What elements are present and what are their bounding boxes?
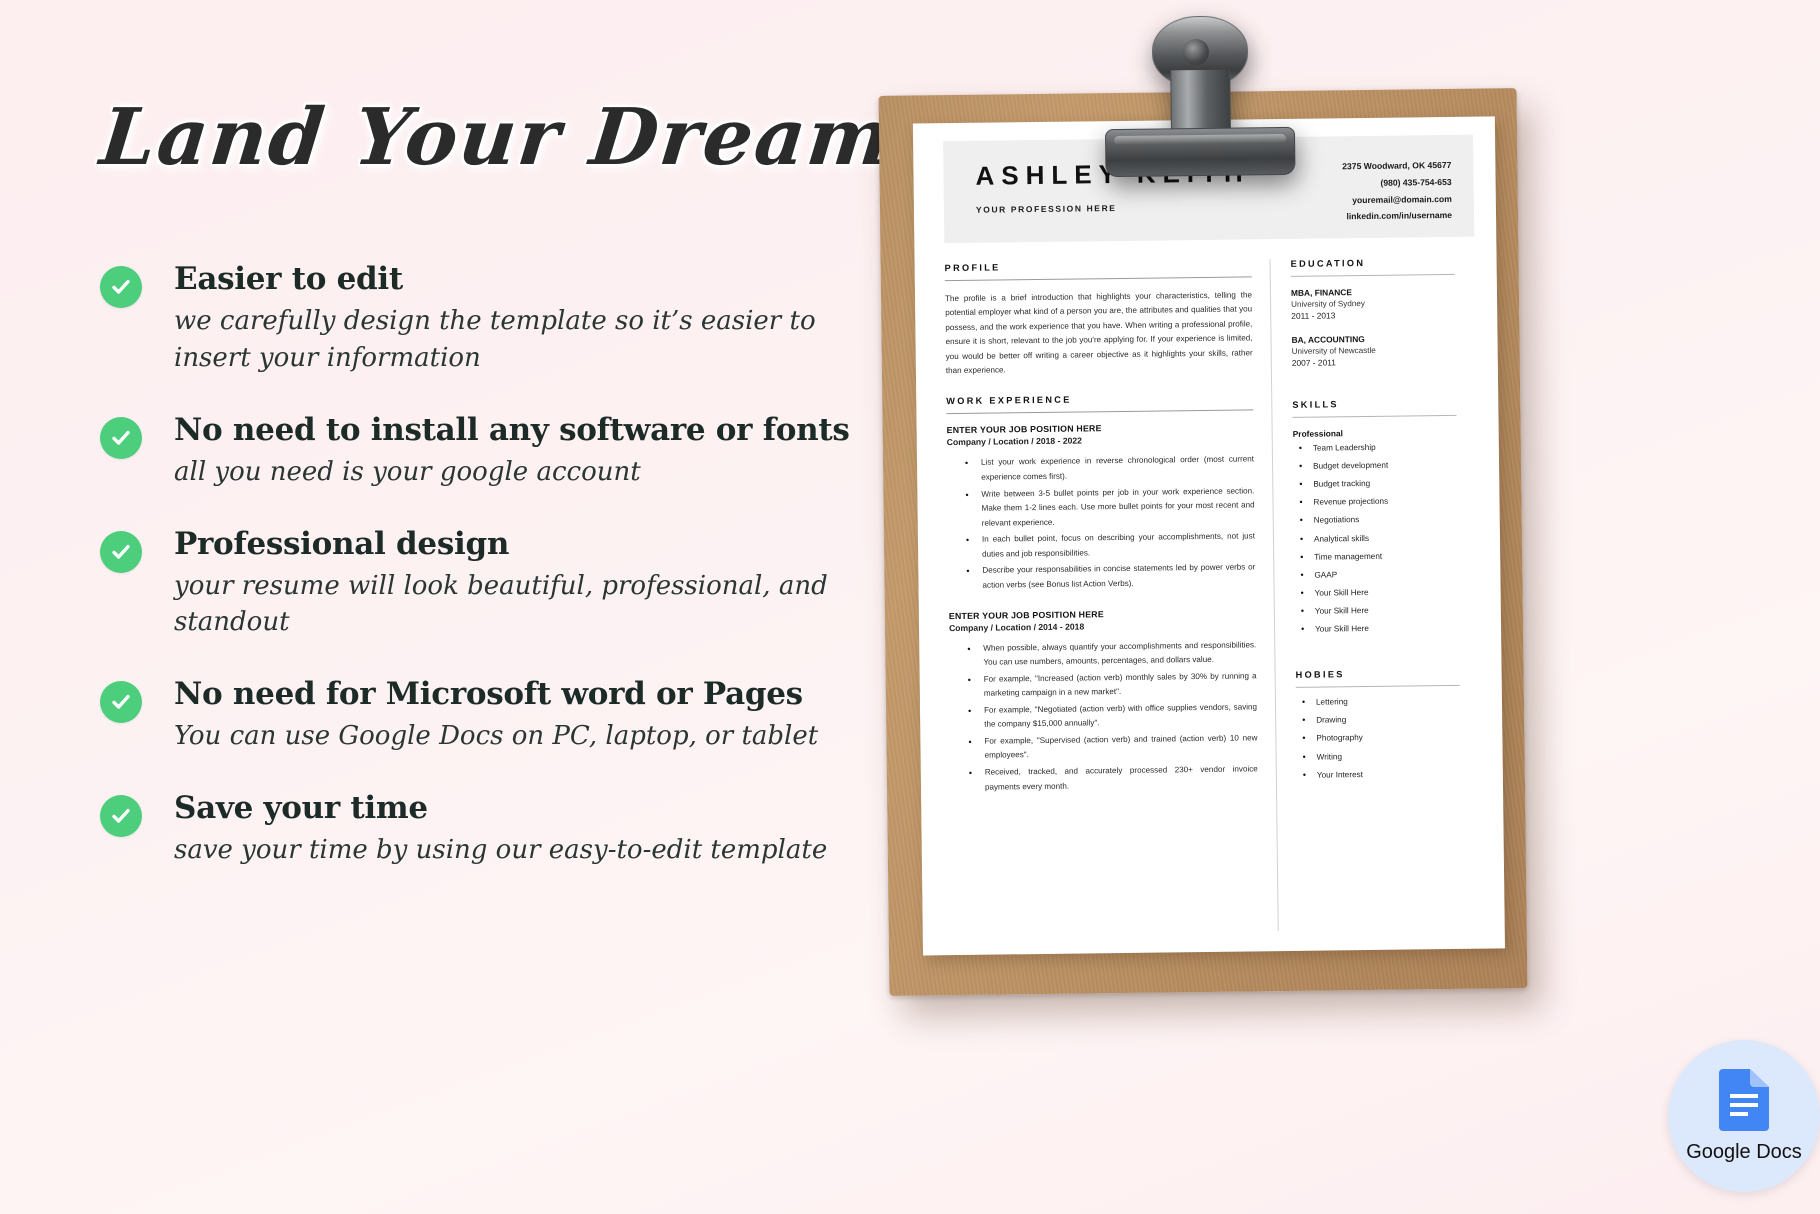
resume-body: PROFILE The profile is a brief introduct…: [945, 256, 1483, 935]
list-item: Lettering: [1316, 697, 1460, 707]
list-item: Your Skill Here: [1315, 588, 1459, 598]
list-item: Easier to edit we carefully design the t…: [100, 261, 900, 377]
list-item: Time management: [1314, 551, 1458, 562]
list-item: Your Interest: [1317, 770, 1461, 780]
section-heading-hobbies: HOBIES: [1295, 669, 1345, 681]
hobbies-list: Lettering Drawing Photography Writing Yo…: [1296, 697, 1461, 780]
skills-list: Team Leadership Budget development Budge…: [1293, 443, 1459, 635]
education-entry: MBA, FINANCE University of Sydney 2011 -…: [1291, 286, 1455, 321]
list-item: Write between 3-5 bullet points per job …: [981, 484, 1255, 531]
contact-linkedin: linkedin.com/in/username: [1346, 210, 1453, 222]
list-item: For example, "Supervised (action verb) a…: [984, 731, 1257, 763]
feature-subtitle: all you need is your google account: [174, 456, 641, 487]
check-circle-icon: [100, 416, 142, 459]
resume-side-column: EDUCATION MBA, FINANCE University of Syd…: [1269, 256, 1463, 932]
feature-title: Save your time: [174, 790, 428, 827]
check-circle-icon: [100, 530, 142, 573]
list-item: Photography: [1316, 733, 1460, 743]
list-item: Drawing: [1316, 715, 1460, 725]
list-item: Describe your responsabilities in concis…: [982, 561, 1255, 593]
page-title: Land Your Dream Job!: [96, 92, 1112, 183]
resume-document: ASHLEY KEITH YOUR PROFESSION HERE 2375 W…: [913, 116, 1505, 955]
feature-subtitle: You can use Google Docs on PC, laptop, o…: [174, 721, 819, 752]
profile-text: The profile is a brief introduction that…: [944, 290, 1253, 376]
check-circle-icon: [100, 795, 142, 838]
list-item: Received, tracked, and accurately proces…: [985, 762, 1258, 794]
list-item: Team Leadership: [1313, 443, 1457, 453]
list-item: Negotiations: [1314, 515, 1458, 526]
education-school: University of Sydney: [1291, 299, 1365, 309]
contact-phone: (980) 435-754-653: [1380, 176, 1452, 188]
contact-address: 2375 Woodward, OK 45677: [1342, 159, 1452, 172]
check-circle-icon: [100, 681, 142, 724]
list-item: No need for Microsoft word or Pages You …: [100, 676, 900, 755]
education-years: 2007 - 2011: [1291, 357, 1336, 368]
clip-bar: [1104, 126, 1296, 178]
feature-title: Professional design: [174, 525, 510, 562]
list-item: Revenue projections: [1313, 497, 1457, 507]
feature-subtitle: your resume will look beautiful, profess…: [174, 570, 828, 638]
list-item: Budget development: [1313, 461, 1457, 471]
list-item: Save your time save your time by using o…: [100, 790, 900, 869]
check-circle-icon: [100, 266, 142, 308]
list-item: For example, "Increased (action verb) mo…: [984, 669, 1257, 701]
feature-subtitle: save your time by using our easy-to-edit…: [174, 835, 828, 866]
list-item: Writing: [1317, 751, 1461, 761]
list-item: Your Skill Here: [1315, 606, 1459, 616]
section-heading-skills: SKILLS: [1292, 399, 1339, 410]
list-item: For example, "Negotiated (action verb) w…: [984, 700, 1257, 732]
google-docs-label: Google Docs: [1686, 1140, 1802, 1163]
education-school: University of Newcastle: [1291, 345, 1376, 356]
education-entry: BA, ACCOUNTING University of Newcastle 2…: [1291, 333, 1455, 368]
list-item: When possible, always quantify your acco…: [983, 638, 1256, 670]
skills-category: Professional: [1292, 428, 1344, 439]
feature-title: Easier to edit: [174, 261, 403, 297]
list-item: List your work experience in reverse chr…: [981, 453, 1254, 485]
list-item: No need to install any software or fonts…: [100, 411, 900, 491]
list-item: Your Skill Here: [1315, 624, 1459, 634]
feature-title: No need for Microsoft word or Pages: [174, 676, 803, 713]
resume-contact-block: 2375 Woodward, OK 45677 (980) 435-754-65…: [1342, 157, 1452, 225]
list-item: GAAP: [1314, 570, 1458, 580]
resume-main-column: PROFILE The profile is a brief introduct…: [945, 259, 1278, 935]
list-item: Professional design your resume will loo…: [100, 525, 900, 642]
section-heading-education: EDUCATION: [1290, 257, 1366, 269]
feature-subtitle: we carefully design the template so it’s…: [174, 305, 816, 373]
list-item: Analytical skills: [1314, 533, 1458, 544]
contact-email: youremail@domain.com: [1352, 193, 1452, 205]
education-degree: MBA, FINANCE: [1290, 287, 1352, 298]
google-docs-badge: Google Docs: [1668, 1040, 1820, 1192]
clipboard: ASHLEY KEITH YOUR PROFESSION HERE 2375 W…: [878, 15, 1528, 996]
clipboard-clip-icon: [1104, 15, 1296, 179]
google-docs-icon: [1719, 1068, 1769, 1131]
education-years: 2011 - 2013: [1291, 310, 1336, 321]
job-entry: ENTER YOUR JOB POSITION HERE Company / L…: [947, 422, 1256, 594]
list-item: In each bullet point, focus on describin…: [982, 530, 1255, 562]
resume-paper: ASHLEY KEITH YOUR PROFESSION HERE 2375 W…: [912, 116, 1505, 956]
feature-list: Easier to edit we carefully design the t…: [100, 261, 900, 905]
job-bullet-list: When possible, always quantify your acco…: [949, 638, 1258, 795]
promo-left-panel: Land Your Dream Job! Easier to edit we c…: [0, 0, 1112, 1214]
job-meta: Company / Location / 2018 - 2022: [946, 435, 1082, 448]
job-bullet-list: List your work experience in reverse chr…: [947, 453, 1256, 594]
feature-title: No need to install any software or fonts: [174, 411, 850, 448]
job-meta: Company / Location / 2014 - 2018: [948, 620, 1085, 633]
list-item: Budget tracking: [1313, 479, 1457, 489]
job-entry: ENTER YOUR JOB POSITION HERE Company / L…: [949, 607, 1258, 795]
education-degree: BA, ACCOUNTING: [1291, 334, 1365, 345]
